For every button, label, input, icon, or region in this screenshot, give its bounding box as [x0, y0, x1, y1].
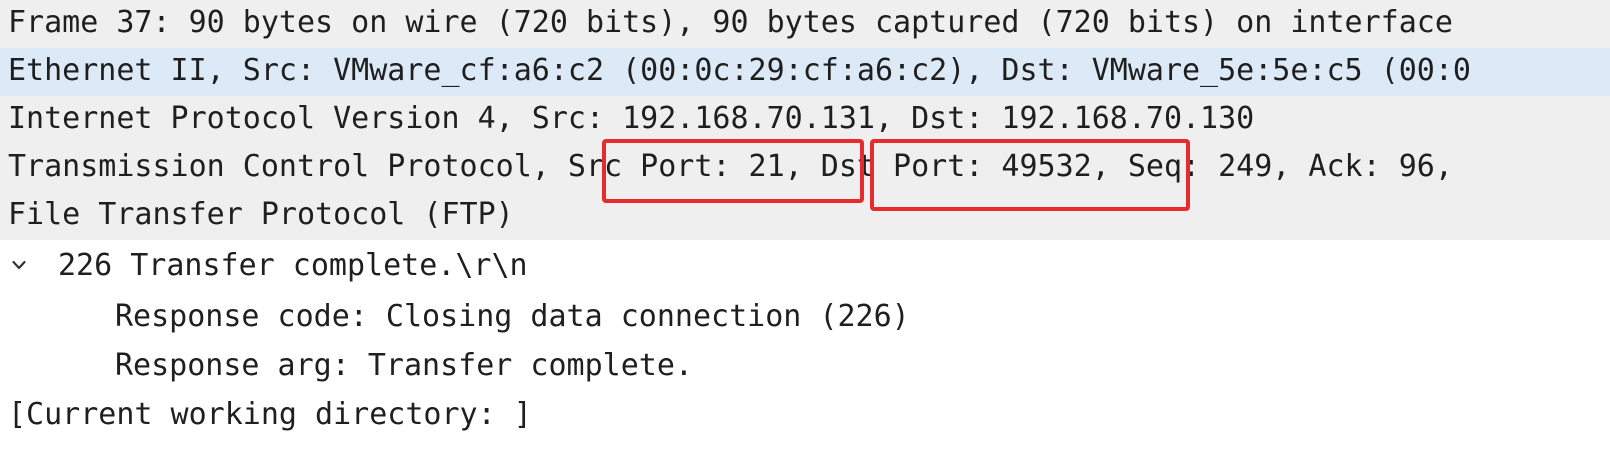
tree-row-label: [Current working directory: ]	[8, 397, 532, 432]
tree-row-ethernet[interactable]: Ethernet II, Src: VMware_cf:a6:c2 (00:0c…	[0, 48, 1610, 96]
tree-row-label: File Transfer Protocol (FTP)	[8, 197, 514, 232]
tree-row-tcp[interactable]: Transmission Control Protocol, Src Port:…	[0, 144, 1610, 192]
tree-row-label: 226 Transfer complete.\r\n	[58, 248, 528, 283]
tree-row-label: Transmission Control Protocol, Src Port:…	[8, 149, 1453, 184]
tree-row-ftp-response[interactable]: 226 Transfer complete.\r\n	[0, 243, 1610, 291]
packet-details-pane: Frame 37: 90 bytes on wire (720 bits), 9…	[0, 0, 1610, 450]
tree-row-label: Ethernet II, Src: VMware_cf:a6:c2 (00:0c…	[8, 53, 1471, 88]
tree-row-response-arg[interactable]: Response arg: Transfer complete.	[0, 343, 1610, 391]
tree-row-label: Internet Protocol Version 4, Src: 192.16…	[8, 101, 1255, 136]
tree-row-cwd[interactable]: [Current working directory: ]	[0, 392, 1610, 440]
tree-row-ipv4[interactable]: Internet Protocol Version 4, Src: 192.16…	[0, 96, 1610, 144]
tree-row-label: Response code: Closing data connection (…	[115, 299, 910, 334]
tree-row-frame[interactable]: Frame 37: 90 bytes on wire (720 bits), 9…	[0, 0, 1610, 48]
chevron-down-icon[interactable]	[12, 258, 26, 272]
tree-row-label: Response arg: Transfer complete.	[115, 348, 693, 383]
tree-row-ftp[interactable]: File Transfer Protocol (FTP)	[0, 192, 1610, 240]
tree-row-response-code[interactable]: Response code: Closing data connection (…	[0, 294, 1610, 342]
tree-row-label: Frame 37: 90 bytes on wire (720 bits), 9…	[8, 5, 1453, 40]
